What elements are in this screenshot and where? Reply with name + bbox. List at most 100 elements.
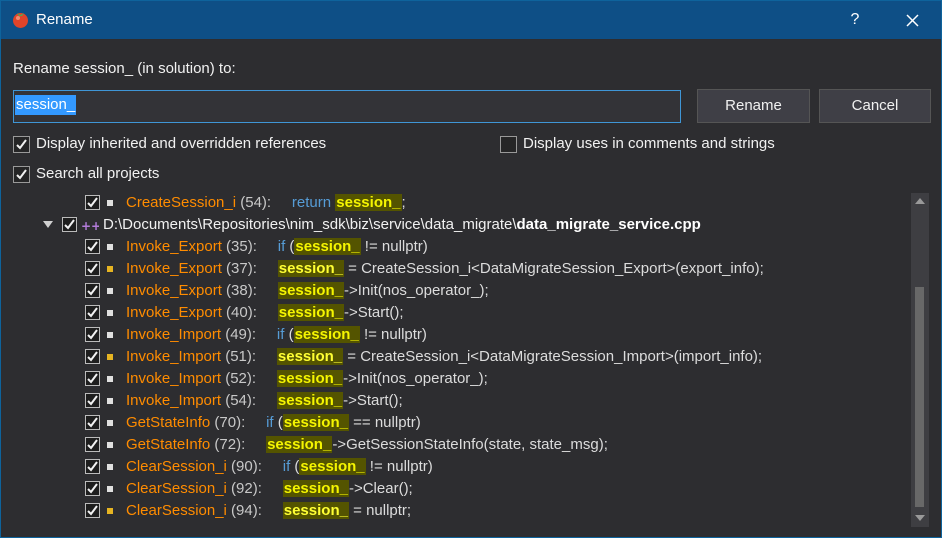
reference-text: Invoke_Export (40): session_->Start(); — [126, 304, 404, 321]
checkmark-icon — [87, 329, 98, 340]
code-gap — [245, 436, 266, 453]
reference-row[interactable]: Invoke_Export (40): session_->Start(); — [3, 303, 909, 325]
reference-row[interactable]: Invoke_Import (54): session_->Start(); — [3, 391, 909, 413]
rename-button[interactable]: Rename — [697, 89, 810, 123]
cpp-file-icon: ++ — [81, 218, 101, 236]
read-reference-icon — [107, 200, 113, 206]
line-number: (49): — [221, 326, 257, 343]
reference-checkbox[interactable] — [85, 503, 100, 518]
checkmark-icon — [87, 351, 98, 362]
write-reference-icon — [107, 266, 113, 272]
file-node[interactable]: ++ D:\Documents\Repositories\nim_sdk\biz\… — [3, 215, 909, 237]
checkmark-icon — [16, 139, 27, 150]
line-number: (51): — [221, 348, 257, 365]
vertical-scrollbar[interactable] — [911, 193, 929, 527]
reference-checkbox[interactable] — [85, 283, 100, 298]
code-gap — [256, 370, 277, 387]
code-gap — [257, 238, 278, 255]
line-number: (70): — [210, 414, 246, 431]
reference-text: Invoke_Import (51): session_ = CreateSes… — [126, 348, 762, 365]
reference-row[interactable]: ClearSession_i (92): session_->Clear(); — [3, 479, 909, 501]
checkmark-icon — [16, 169, 27, 180]
code-after: ->Start(); — [343, 392, 403, 409]
reference-checkbox[interactable] — [85, 459, 100, 474]
reference-checkbox[interactable] — [85, 481, 100, 496]
file-checkbox[interactable] — [62, 217, 77, 232]
code-after: != nullptr) — [365, 458, 433, 475]
line-number: (38): — [221, 282, 257, 299]
read-reference-icon — [107, 420, 113, 426]
reference-row[interactable]: GetStateInfo (70): if (session_ == nullp… — [3, 413, 909, 435]
reference-row[interactable]: GetStateInfo (72): session_->GetSessionS… — [3, 435, 909, 457]
file-path: D:\Documents\Repositories\nim_sdk\biz\se… — [103, 216, 517, 233]
read-reference-icon — [107, 244, 113, 250]
reference-checkbox[interactable] — [85, 327, 100, 342]
function-name: Invoke_Export — [126, 282, 222, 299]
reference-row[interactable]: Invoke_Import (52): session_->Init(nos_o… — [3, 369, 909, 391]
reference-text: Invoke_Export (37): session_ = CreateSes… — [126, 260, 764, 277]
reference-row[interactable]: CreateSession_i (54): return session_; — [3, 193, 909, 215]
new-name-input[interactable]: session_ — [13, 90, 681, 123]
reference-checkbox[interactable] — [85, 415, 100, 430]
file-path-text: D:\Documents\Repositories\nim_sdk\biz\se… — [103, 216, 701, 233]
symbol-highlight: session_ — [335, 194, 402, 211]
read-reference-icon — [107, 332, 113, 338]
reference-checkbox[interactable] — [85, 261, 100, 276]
reference-checkbox[interactable] — [85, 305, 100, 320]
reference-checkbox[interactable] — [85, 393, 100, 408]
reference-row[interactable]: Invoke_Export (38): session_->Init(nos_o… — [3, 281, 909, 303]
line-number: (37): — [221, 260, 257, 277]
symbol-highlight: session_ — [276, 392, 344, 409]
function-name: Invoke_Export — [126, 238, 222, 255]
code-after: != nullptr) — [359, 326, 427, 343]
code-gap — [245, 414, 266, 431]
symbol-highlight: session_ — [266, 436, 333, 453]
scroll-down-arrow-icon[interactable] — [915, 515, 925, 521]
function-name: Invoke_Export — [126, 260, 222, 277]
code-gap — [271, 194, 292, 211]
reference-text: Invoke_Import (49): if (session_ != null… — [126, 326, 427, 343]
rename-prompt-label: Rename session_ (in solution) to: — [13, 60, 236, 77]
code-after: ->Clear(); — [348, 480, 413, 497]
symbol-highlight: session_ — [276, 348, 344, 365]
reference-row[interactable]: Invoke_Export (35): if (session_ != null… — [3, 237, 909, 259]
all-projects-checkbox[interactable] — [13, 166, 30, 183]
reference-checkbox[interactable] — [85, 239, 100, 254]
reference-row[interactable]: Invoke_Export (37): session_ = CreateSes… — [3, 259, 909, 281]
line-number: (52): — [221, 370, 257, 387]
help-button[interactable]: ? — [843, 7, 867, 33]
reference-text: Invoke_Import (52): session_->Init(nos_o… — [126, 370, 488, 387]
symbol-highlight: session_ — [277, 282, 344, 299]
line-number: (54): — [221, 392, 257, 409]
line-number: (40): — [221, 304, 257, 321]
reference-text: GetStateInfo (72): session_->GetSessionS… — [126, 436, 608, 453]
reference-row[interactable]: ClearSession_i (90): if (session_ != nul… — [3, 457, 909, 479]
inherited-checkbox[interactable] — [13, 136, 30, 153]
code-gap — [257, 304, 278, 321]
scroll-up-arrow-icon[interactable] — [915, 198, 925, 204]
reference-checkbox[interactable] — [85, 349, 100, 364]
code-gap — [262, 458, 283, 475]
read-reference-icon — [107, 398, 113, 404]
collapse-arrow-icon[interactable] — [43, 221, 53, 228]
reference-row[interactable]: Invoke_Import (51): session_ = CreateSes… — [3, 347, 909, 369]
line-number: (90): — [226, 458, 262, 475]
code-gap — [257, 282, 278, 299]
close-button[interactable] — [895, 5, 929, 35]
cancel-button[interactable]: Cancel — [819, 89, 931, 123]
reference-checkbox[interactable] — [85, 371, 100, 386]
reference-checkbox[interactable] — [85, 195, 100, 210]
code-after: ; — [401, 194, 406, 211]
reference-text: ClearSession_i (90): if (session_ != nul… — [126, 458, 433, 475]
checkmark-icon — [87, 373, 98, 384]
symbol-highlight: session_ — [277, 260, 344, 277]
scroll-thumb[interactable] — [915, 287, 924, 507]
code-after: ->Init(nos_operator_); — [343, 370, 488, 387]
comments-checkbox[interactable] — [500, 136, 517, 153]
reference-row[interactable]: ClearSession_i (94): session_ = nullptr; — [3, 501, 909, 523]
reference-row[interactable]: Invoke_Import (49): if (session_ != null… — [3, 325, 909, 347]
reference-checkbox[interactable] — [85, 437, 100, 452]
code-gap — [256, 392, 277, 409]
checkmark-icon — [64, 219, 75, 230]
checkmark-icon — [87, 505, 98, 516]
